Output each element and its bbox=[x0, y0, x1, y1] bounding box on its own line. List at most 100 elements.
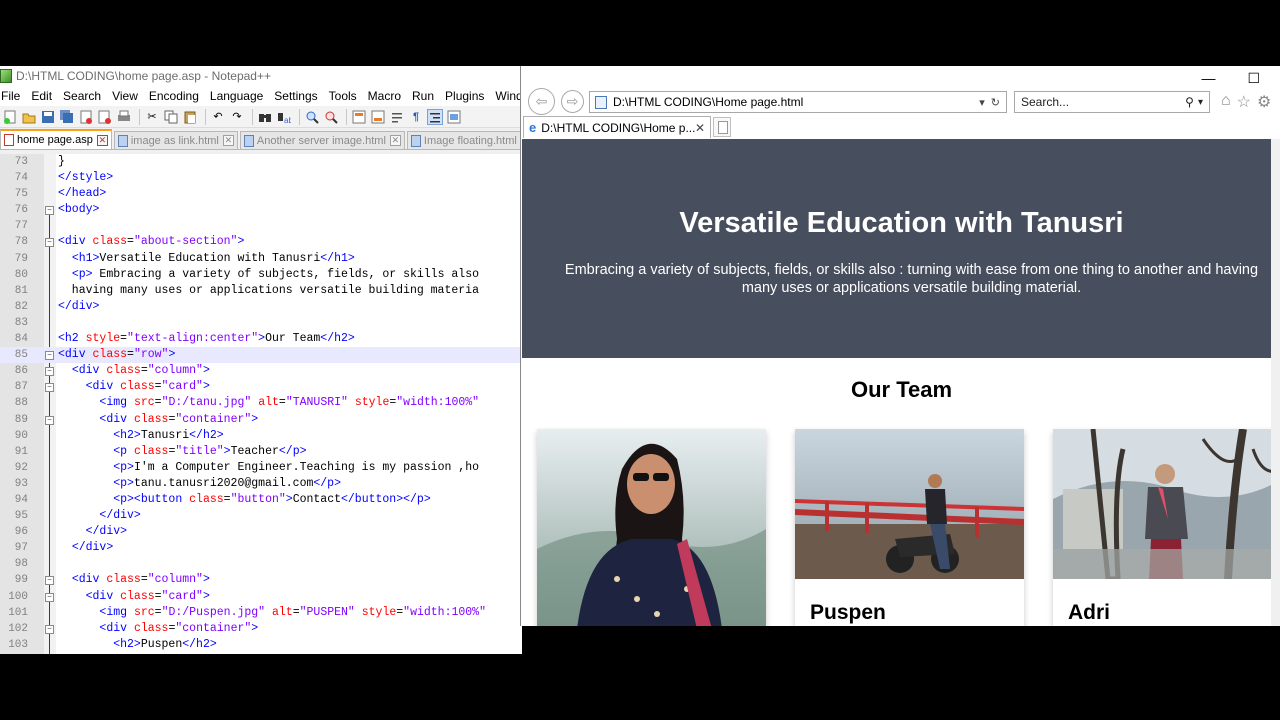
tab-image-as-link[interactable]: image as link.html ✕ bbox=[113, 131, 238, 149]
code-line[interactable]: 84 <h2 style="text-align:center">Our Team… bbox=[0, 331, 522, 347]
fold-toggle-icon[interactable]: − bbox=[45, 383, 54, 393]
fold-toggle-icon[interactable]: − bbox=[45, 367, 54, 377]
code-line[interactable]: 100 − <div class="card"> bbox=[0, 589, 522, 605]
code-line[interactable]: 82 </div> bbox=[0, 299, 522, 315]
menu-language[interactable]: Language bbox=[209, 89, 269, 103]
indent-guide-icon[interactable] bbox=[427, 108, 443, 125]
home-icon[interactable]: ⌂ bbox=[1221, 92, 1231, 112]
open-file-icon[interactable] bbox=[21, 109, 37, 125]
code-line[interactable]: 91 <p class="title">Teacher</p> bbox=[0, 444, 522, 460]
print-icon[interactable] bbox=[116, 109, 132, 125]
menu-encoding[interactable]: Encoding bbox=[148, 89, 205, 103]
new-tab-button[interactable] bbox=[713, 117, 731, 137]
code-line[interactable]: 98 bbox=[0, 556, 522, 572]
menu-file[interactable]: File bbox=[0, 89, 26, 103]
search-input[interactable]: Search... ⚲ ▾ bbox=[1014, 91, 1210, 113]
code-line[interactable]: 90 <h2>Tanusri</h2> bbox=[0, 428, 522, 444]
copy-icon[interactable] bbox=[163, 109, 179, 125]
favorites-star-icon[interactable]: ☆ bbox=[1237, 92, 1251, 112]
code-line[interactable]: 96 </div> bbox=[0, 524, 522, 540]
close-icon[interactable]: ✕ bbox=[96, 134, 108, 146]
code-line[interactable]: 87 − <div class="card"> bbox=[0, 379, 522, 395]
code-line[interactable]: 77 bbox=[0, 218, 522, 234]
maximize-icon[interactable]: ☐ bbox=[1247, 70, 1260, 87]
dropdown-icon[interactable]: ▾ bbox=[979, 96, 985, 109]
zoom-in-icon[interactable] bbox=[304, 109, 320, 125]
close-tab-icon[interactable]: ✕ bbox=[695, 121, 705, 135]
address-url[interactable]: D:\HTML CODING\Home page.html bbox=[613, 95, 979, 109]
fold-toggle-icon[interactable]: − bbox=[45, 206, 54, 216]
refresh-icon[interactable]: ↻ bbox=[991, 96, 1000, 109]
menu-tools[interactable]: Tools bbox=[328, 89, 363, 103]
fold-toggle-icon[interactable]: − bbox=[45, 351, 54, 361]
code-line[interactable]: 74 </style> bbox=[0, 170, 522, 186]
code-line[interactable]: 103 <h2>Puspen</h2> bbox=[0, 637, 522, 653]
close-icon[interactable]: ✕ bbox=[389, 135, 401, 146]
menu-window[interactable]: Windo bbox=[494, 89, 522, 103]
code-line[interactable]: 102 − <div class="container"> bbox=[0, 621, 522, 637]
menu-edit[interactable]: Edit bbox=[30, 89, 58, 103]
code-line[interactable]: 76 − <body> bbox=[0, 202, 522, 218]
close-file-icon[interactable] bbox=[78, 109, 94, 125]
fold-toggle-icon[interactable]: − bbox=[45, 624, 54, 634]
menu-run[interactable]: Run bbox=[411, 89, 440, 103]
menu-macro[interactable]: Macro bbox=[367, 89, 407, 103]
code-line[interactable]: 83 bbox=[0, 315, 522, 331]
gear-icon[interactable]: ⚙ bbox=[1257, 92, 1271, 112]
replace-icon[interactable]: ab bbox=[276, 109, 292, 125]
tab-image-floating[interactable]: Image floating.html ✕ bbox=[406, 131, 522, 149]
cut-icon[interactable]: ✂ bbox=[144, 109, 160, 125]
code-line[interactable]: 99 − <div class="column"> bbox=[0, 572, 522, 588]
save-icon[interactable] bbox=[40, 109, 56, 125]
menu-view[interactable]: View bbox=[111, 89, 144, 103]
search-dropdown-icon[interactable]: ▾ bbox=[1198, 97, 1203, 108]
tab-another-server-image[interactable]: Another server image.html ✕ bbox=[239, 131, 405, 149]
code-line[interactable]: 78 − <div class="about-section"> bbox=[0, 234, 522, 250]
back-button[interactable]: ⇦ bbox=[528, 88, 555, 115]
code-line[interactable]: 92 <p>I'm a Computer Engineer.Teaching i… bbox=[0, 460, 522, 476]
code-line[interactable]: 85 − <div class="row"> bbox=[0, 347, 522, 364]
code-line[interactable]: 73} bbox=[0, 154, 522, 170]
code-line[interactable]: 101 <img src="D:/Puspen.jpg" alt="PUSPEN… bbox=[0, 605, 522, 621]
code-line[interactable]: 89 − <div class="container"> bbox=[0, 412, 522, 428]
code-line[interactable]: 95 </div> bbox=[0, 508, 522, 524]
menu-search[interactable]: Search bbox=[62, 89, 107, 103]
address-bar[interactable]: D:\HTML CODING\Home page.html ▾ ↻ bbox=[589, 91, 1007, 113]
code-editor[interactable]: 73} 74 </style> 75 </head> 76− <body> 77 78− <div… bbox=[0, 154, 522, 654]
fold-toggle-icon[interactable]: − bbox=[45, 576, 54, 586]
find-icon[interactable] bbox=[257, 109, 273, 125]
show-all-characters-icon[interactable]: ¶ bbox=[408, 109, 424, 125]
zoom-out-icon[interactable] bbox=[323, 109, 339, 125]
redo-icon[interactable]: ↷ bbox=[229, 109, 245, 125]
code-line[interactable]: 93 <p>tanu.tanusri2020@gmail.com</p> bbox=[0, 476, 522, 492]
tab-home-page-asp[interactable]: home page.asp ✕ bbox=[0, 129, 112, 149]
code-line[interactable]: 81 having many uses or applications vers… bbox=[0, 283, 522, 299]
undo-icon[interactable]: ↶ bbox=[210, 109, 226, 125]
menu-plugins[interactable]: Plugins bbox=[444, 89, 490, 103]
new-file-icon[interactable] bbox=[2, 109, 18, 125]
code-line[interactable]: 97 </div> bbox=[0, 540, 522, 556]
paste-icon[interactable] bbox=[182, 109, 198, 125]
sync-vertical-icon[interactable] bbox=[351, 109, 367, 125]
menu-settings[interactable]: Settings bbox=[273, 89, 323, 103]
close-all-icon[interactable] bbox=[97, 109, 113, 125]
vertical-scrollbar[interactable] bbox=[1271, 139, 1280, 626]
minimize-icon[interactable]: — bbox=[1201, 70, 1215, 87]
code-line[interactable]: 75 </head> bbox=[0, 186, 522, 202]
user-language-icon[interactable] bbox=[446, 109, 462, 125]
code-line[interactable]: 86 − <div class="column"> bbox=[0, 363, 522, 379]
browser-tab[interactable]: e D:\HTML CODING\Home p... ✕ bbox=[523, 116, 711, 138]
code-line[interactable]: 94 <p><button class="button">Contact</bu… bbox=[0, 492, 522, 508]
fold-toggle-icon[interactable]: − bbox=[45, 238, 54, 248]
code-line[interactable]: 79 <h1>Versatile Education with Tanusri<… bbox=[0, 251, 522, 267]
fold-toggle-icon[interactable]: − bbox=[45, 415, 54, 425]
forward-button[interactable]: ⇨ bbox=[561, 90, 584, 113]
word-wrap-icon[interactable] bbox=[389, 109, 405, 125]
save-all-icon[interactable] bbox=[59, 109, 75, 125]
close-icon[interactable]: ✕ bbox=[222, 135, 234, 146]
sync-horizontal-icon[interactable] bbox=[370, 109, 386, 125]
code-line[interactable]: 88 <img src="D:/tanu.jpg" alt="TANUSRI" … bbox=[0, 395, 522, 411]
fold-toggle-icon[interactable]: − bbox=[45, 592, 54, 602]
search-icon[interactable]: ⚲ bbox=[1185, 95, 1194, 109]
code-line[interactable]: 80 <p> Embracing a variety of subjects, … bbox=[0, 267, 522, 283]
